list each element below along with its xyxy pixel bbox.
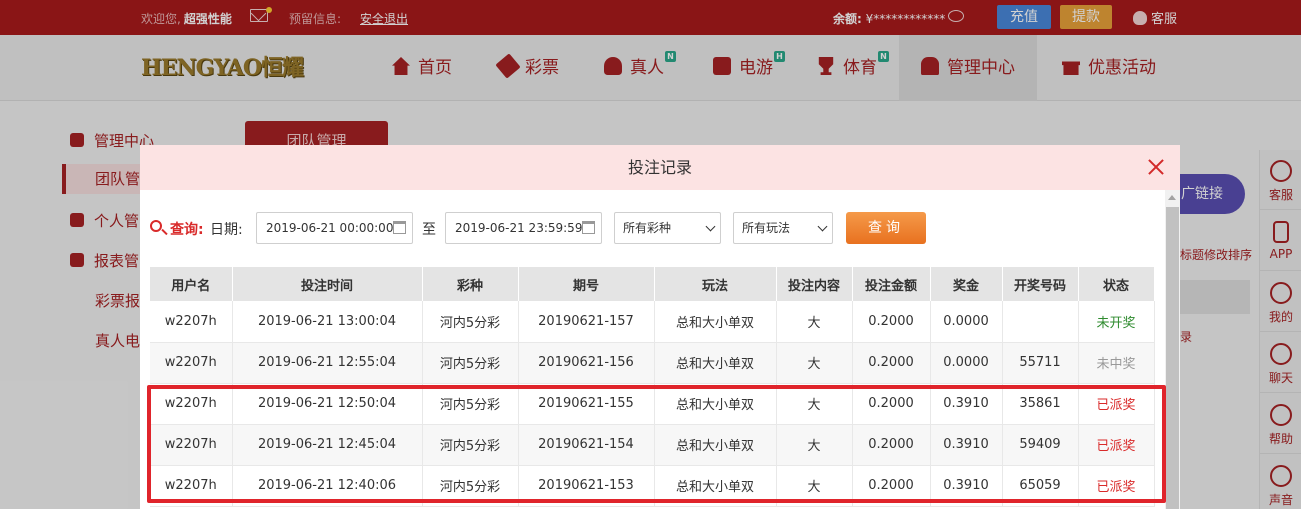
column-header: 投注金额 <box>852 267 931 301</box>
cell-prize: 0.3910 <box>930 424 1003 466</box>
column-header: 状态 <box>1078 267 1155 301</box>
cell-issue: 20190621-153 <box>518 465 655 507</box>
cell-amount: 0.2000 <box>852 342 931 384</box>
cell-time: 2019-06-21 12:55:04 <box>232 342 423 384</box>
cell-prize: 0.0000 <box>930 342 1003 384</box>
cell-draw: 55711 <box>1002 342 1079 384</box>
cell-user: w2207h <box>150 465 233 507</box>
scroll-thumb[interactable] <box>1166 207 1179 509</box>
chevron-down-icon <box>817 221 828 232</box>
cell-user: w2207h <box>150 424 233 466</box>
cell-issue: 20190621-157 <box>518 301 655 343</box>
column-header: 用户名 <box>150 267 233 301</box>
scrollbar[interactable] <box>1165 190 1180 509</box>
cell-amount: 0.2000 <box>852 465 931 507</box>
cell-lottery: 河内5分彩 <box>422 424 519 466</box>
cell-content: 大 <box>776 301 853 343</box>
scroll-up-arrow[interactable] <box>1168 195 1176 200</box>
column-header: 玩法 <box>654 267 777 301</box>
lottery-select[interactable]: 所有彩种 <box>614 212 721 244</box>
cell-status: 已派奖 <box>1078 424 1155 466</box>
modal-title: 投注记录 <box>627 158 692 177</box>
table-header-row: 用户名 投注时间 彩种 期号 玩法 投注内容 投注金额 奖金 开奖号码 状态 <box>150 267 1155 301</box>
cell-play: 总和大小单双 <box>654 465 777 507</box>
date-label: 日期: <box>210 222 243 238</box>
cell-status: 未开奖 <box>1078 301 1155 343</box>
cell-status: 已派奖 <box>1078 383 1155 425</box>
column-header: 投注时间 <box>232 267 423 301</box>
cell-time: 2019-06-21 12:45:04 <box>232 424 423 466</box>
cell-issue: 20190621-156 <box>518 342 655 384</box>
column-header: 期号 <box>518 267 655 301</box>
column-header: 开奖号码 <box>1002 267 1079 301</box>
cell-time: 2019-06-21 12:40:06 <box>232 465 423 507</box>
cell-lottery: 河内5分彩 <box>422 342 519 384</box>
chevron-down-icon <box>705 221 716 232</box>
cell-content: 大 <box>776 342 853 384</box>
cell-draw: 59409 <box>1002 424 1079 466</box>
cell-time: 2019-06-21 13:00:04 <box>232 301 423 343</box>
close-icon[interactable] <box>1146 157 1166 177</box>
cell-draw <box>1002 301 1079 343</box>
cell-draw: 65059 <box>1002 465 1079 507</box>
cell-amount: 0.2000 <box>852 424 931 466</box>
table-row[interactable]: w2207h 2019-06-21 12:40:06 河内5分彩 2019062… <box>150 465 1155 507</box>
cell-content: 大 <box>776 383 853 425</box>
cell-user: w2207h <box>150 342 233 384</box>
cell-play: 总和大小单双 <box>654 383 777 425</box>
cell-issue: 20190621-154 <box>518 424 655 466</box>
cell-lottery: 河内5分彩 <box>422 301 519 343</box>
column-header: 奖金 <box>930 267 1003 301</box>
query-button[interactable]: 查询 <box>846 212 926 244</box>
cell-play: 总和大小单双 <box>654 301 777 343</box>
column-header: 彩种 <box>422 267 519 301</box>
cell-play: 总和大小单双 <box>654 342 777 384</box>
play-select[interactable]: 所有玩法 <box>733 212 833 244</box>
column-header: 投注内容 <box>776 267 853 301</box>
cell-time: 2019-06-21 12:50:04 <box>232 383 423 425</box>
cell-lottery: 河内5分彩 <box>422 383 519 425</box>
date-from-input[interactable]: 2019-06-21 00:00:00 <box>256 212 413 244</box>
cell-draw: 35861 <box>1002 383 1079 425</box>
cell-prize: 0.3910 <box>930 383 1003 425</box>
cell-amount: 0.2000 <box>852 301 931 343</box>
cell-content: 大 <box>776 424 853 466</box>
cell-issue: 20190621-155 <box>518 383 655 425</box>
to-label: 至 <box>422 222 436 238</box>
cell-lottery: 河内5分彩 <box>422 465 519 507</box>
cell-user: w2207h <box>150 383 233 425</box>
cell-prize: 0.0000 <box>930 301 1003 343</box>
bet-records-table: 用户名 投注时间 彩种 期号 玩法 投注内容 投注金额 奖金 开奖号码 状态 w… <box>150 267 1155 507</box>
table-row[interactable]: w2207h 2019-06-21 12:50:04 河内5分彩 2019062… <box>150 383 1155 425</box>
date-to-input[interactable]: 2019-06-21 23:59:59 <box>445 212 602 244</box>
calendar-icon[interactable] <box>582 221 595 234</box>
bet-records-modal: 投注记录 查询: 日期: 2019-06-21 00:00:00 至 2019-… <box>140 145 1180 509</box>
table-row[interactable]: w2207h 2019-06-21 12:45:04 河内5分彩 2019062… <box>150 424 1155 466</box>
table-row[interactable]: w2207h 2019-06-21 13:00:04 河内5分彩 2019062… <box>150 301 1155 343</box>
cell-prize: 0.3910 <box>930 465 1003 507</box>
cell-play: 总和大小单双 <box>654 424 777 466</box>
query-label: 查询: <box>170 222 204 238</box>
cell-status: 已派奖 <box>1078 465 1155 507</box>
cell-amount: 0.2000 <box>852 383 931 425</box>
cell-status: 未中奖 <box>1078 342 1155 384</box>
search-icon <box>150 220 162 232</box>
cell-content: 大 <box>776 465 853 507</box>
calendar-icon[interactable] <box>393 221 406 234</box>
cell-user: w2207h <box>150 301 233 343</box>
table-row[interactable]: w2207h 2019-06-21 12:55:04 河内5分彩 2019062… <box>150 342 1155 384</box>
